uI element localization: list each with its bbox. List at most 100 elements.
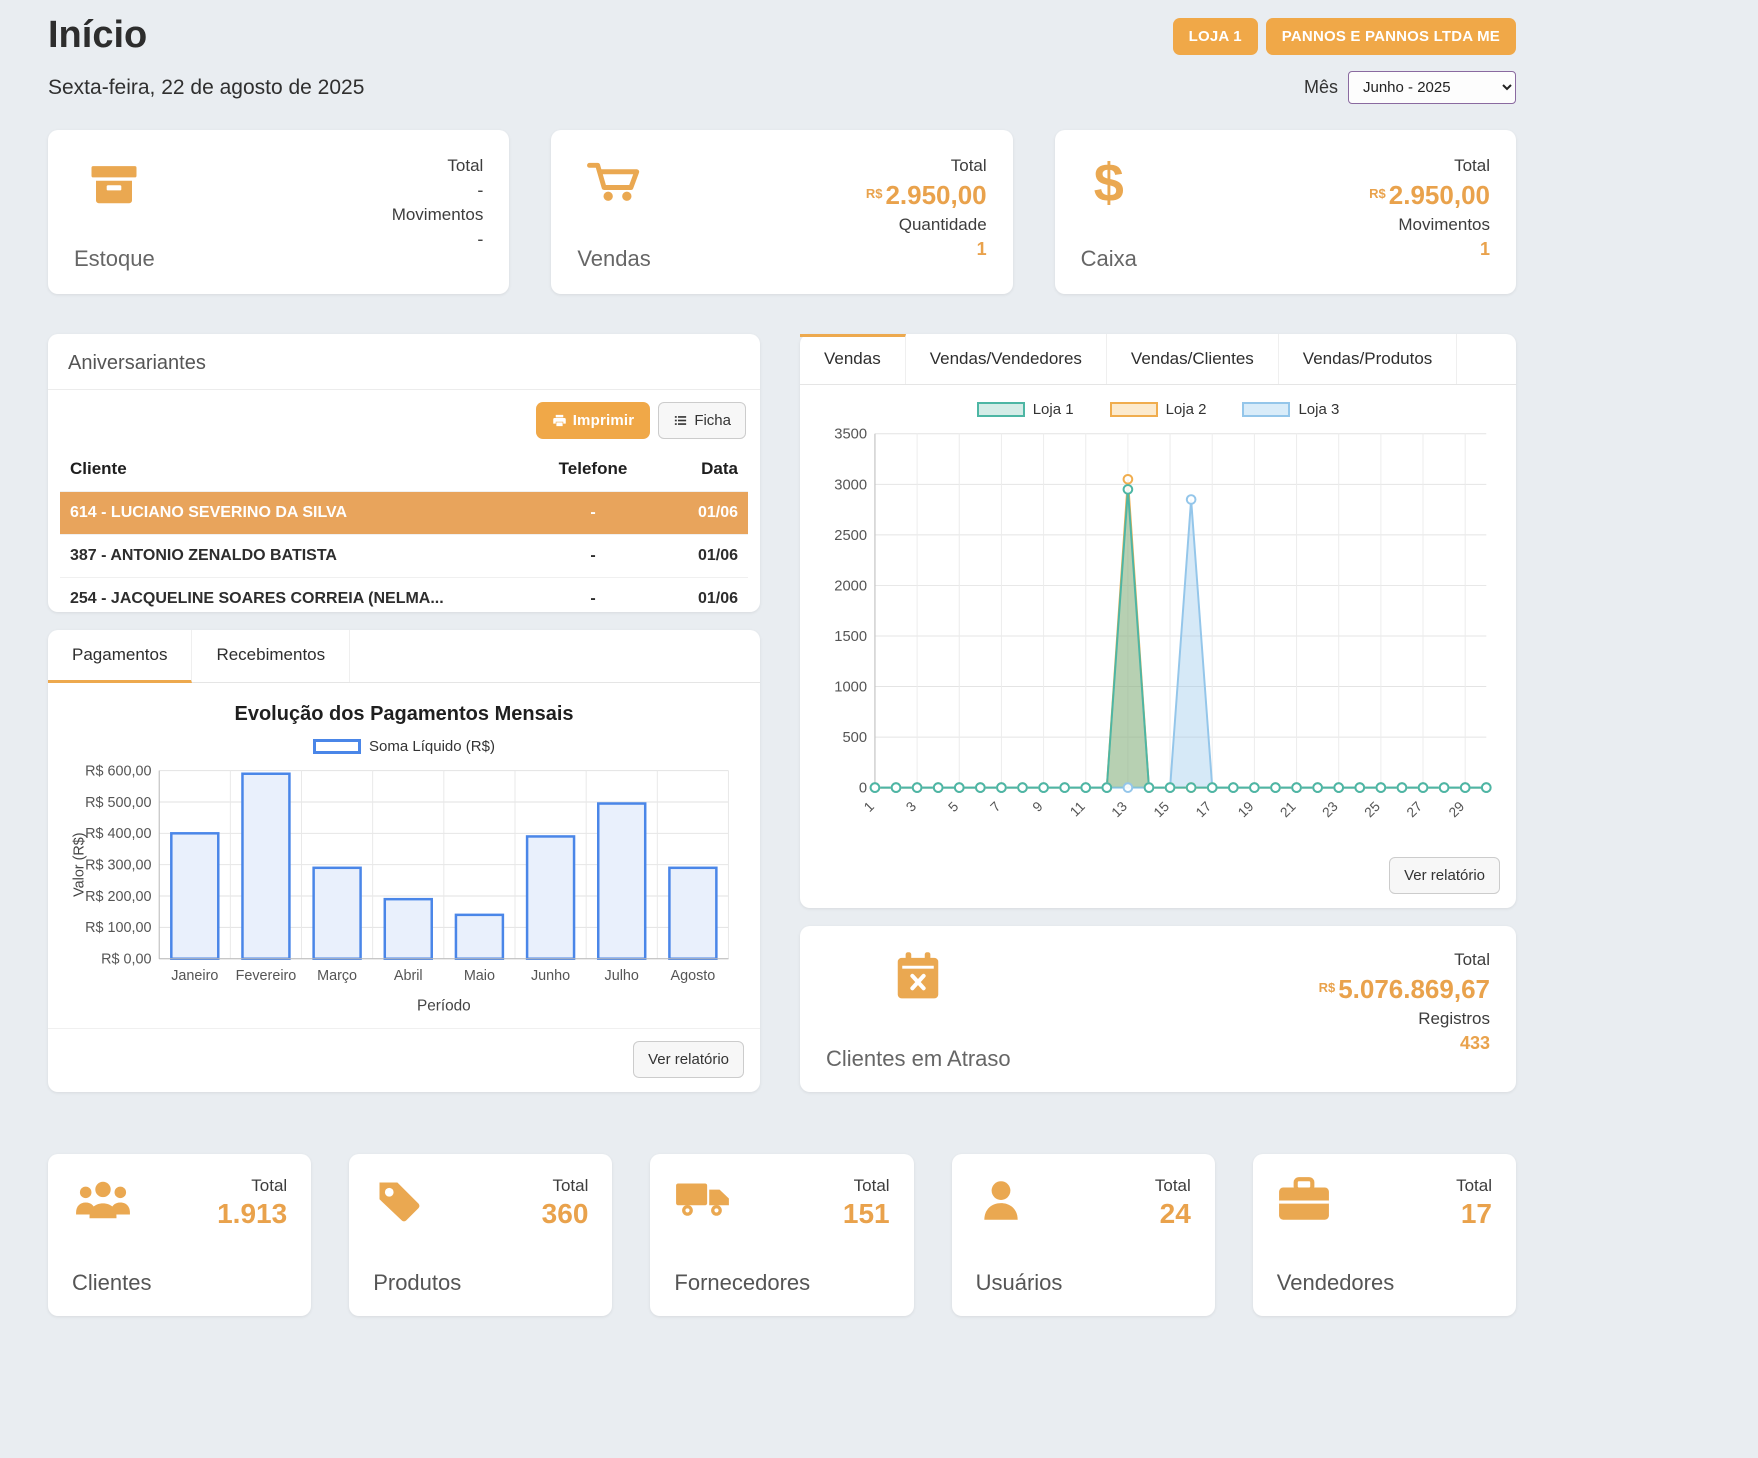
card-title: Fornecedores [674, 1270, 889, 1296]
svg-text:R$ 0,00: R$ 0,00 [101, 952, 151, 968]
dashboard-page: Início LOJA 1 PANNOS E PANNOS LTDA ME Se… [48, 14, 1516, 1316]
legend-swatch-loja2 [1110, 402, 1158, 417]
currency-symbol: R$ [866, 186, 883, 201]
currency-symbol: R$ [1319, 980, 1336, 995]
svg-text:11: 11 [1067, 799, 1088, 820]
user-icon [976, 1176, 1026, 1226]
table-row[interactable]: 254 - JACQUELINE SOARES CORREIA (NELMA..… [60, 578, 748, 613]
sales-tabs: Vendas Vendas/Vendedores Vendas/Clientes… [800, 334, 1516, 385]
card-title: Vendedores [1277, 1270, 1492, 1296]
svg-text:Fevereiro: Fevereiro [236, 968, 297, 984]
tab-pagamentos[interactable]: Pagamentos [48, 630, 192, 683]
summary-card-vendas: Vendas Total R$2.950,00 Quantidade 1 [551, 130, 1012, 294]
cell-cliente: 614 - LUCIANO SEVERINO DA SILVA [60, 492, 528, 535]
tab-vendas[interactable]: Vendas [800, 334, 906, 384]
current-date: Sexta-feira, 22 de agosto de 2025 [48, 76, 364, 100]
tab-vendas-vendedores[interactable]: Vendas/Vendedores [906, 334, 1107, 384]
svg-text:9: 9 [1030, 799, 1046, 815]
metric-label: Total [392, 156, 484, 176]
svg-text:23: 23 [1319, 799, 1341, 821]
legend-label: Loja 3 [1298, 401, 1339, 418]
payments-legend: Soma Líquido (R$) [48, 738, 760, 755]
cell-data: 01/06 [658, 535, 748, 578]
cell-data: 01/06 [658, 578, 748, 613]
svg-text:25: 25 [1362, 799, 1384, 821]
currency-symbol: R$ [1369, 186, 1386, 201]
bottom-card-vendedores: Total 17 Vendedores [1253, 1154, 1516, 1316]
svg-text:500: 500 [842, 730, 867, 746]
page-title: Início [48, 14, 147, 57]
svg-text:R$ 400,00: R$ 400,00 [85, 826, 151, 842]
card-title: Estoque [74, 246, 155, 272]
dollar-icon: $ [1081, 156, 1137, 210]
svg-text:1500: 1500 [834, 629, 867, 645]
metric-value: - [392, 180, 484, 201]
svg-text:Abril: Abril [394, 968, 423, 984]
tab-vendas-produtos[interactable]: Vendas/Produtos [1279, 334, 1457, 384]
card-title: Caixa [1081, 246, 1137, 272]
month-select[interactable]: Junho - 2025 [1348, 71, 1516, 104]
card-title: Clientes em Atraso [826, 1046, 1011, 1072]
svg-text:27: 27 [1404, 799, 1425, 820]
svg-text:Valor (R$): Valor (R$) [71, 832, 87, 896]
metric-value: 360 [542, 1198, 589, 1230]
month-picker: Mês Junho - 2025 [1304, 71, 1516, 104]
metric-label: Total [1369, 156, 1490, 176]
legend-swatch-soma-liquido [313, 739, 361, 754]
bottom-card-usuarios: Total 24 Usuários [952, 1154, 1215, 1316]
company-button[interactable]: PANNOS E PANNOS LTDA ME [1266, 18, 1516, 55]
month-label: Mês [1304, 77, 1338, 98]
tab-vendas-clientes[interactable]: Vendas/Clientes [1107, 334, 1279, 384]
amount: 2.950,00 [1389, 180, 1490, 210]
table-row[interactable]: 614 - LUCIANO SEVERINO DA SILVA - 01/06 [60, 492, 748, 535]
calendar-x-icon [826, 950, 1011, 1004]
svg-text:1000: 1000 [834, 679, 867, 695]
legend-label: Loja 1 [1033, 401, 1074, 418]
column-header-cliente: Cliente [60, 451, 528, 492]
svg-text:Junho: Junho [531, 968, 570, 984]
svg-text:15: 15 [1151, 799, 1173, 821]
metric-value: R$2.950,00 [866, 180, 987, 211]
metric-value: 17 [1456, 1198, 1492, 1230]
card-title: Produtos [373, 1270, 588, 1296]
svg-text:R$ 200,00: R$ 200,00 [85, 889, 151, 905]
metric-value: 1 [866, 239, 987, 260]
store-button[interactable]: LOJA 1 [1173, 18, 1258, 55]
svg-text:3000: 3000 [834, 477, 867, 493]
card-title: Clientes [72, 1270, 287, 1296]
metric-value: 1.913 [217, 1198, 287, 1230]
payments-chart-title: Evolução dos Pagamentos Mensais [48, 703, 760, 726]
svg-text:3500: 3500 [834, 427, 867, 443]
svg-text:Março: Março [317, 968, 357, 984]
metric-label: Total [843, 1176, 890, 1196]
sales-card: Vendas Vendas/Vendedores Vendas/Clientes… [800, 334, 1516, 908]
svg-text:R$ 500,00: R$ 500,00 [85, 795, 151, 811]
metric-value: - [392, 229, 484, 250]
svg-text:R$ 600,00: R$ 600,00 [85, 763, 151, 779]
summary-card-caixa: $ Caixa Total R$2.950,00 Movimentos 1 [1055, 130, 1516, 294]
tab-recebimentos[interactable]: Recebimentos [192, 630, 350, 682]
legend-label: Soma Líquido (R$) [369, 738, 495, 755]
late-clients-card: Clientes em Atraso Total R$5.076.869,67 … [800, 926, 1516, 1092]
metric-value: R$5.076.869,67 [1319, 974, 1490, 1005]
svg-text:1: 1 [861, 799, 877, 815]
sales-report-button[interactable]: Ver relatório [1389, 857, 1500, 894]
svg-text:13: 13 [1109, 799, 1131, 821]
metric-label: Total [542, 1176, 589, 1196]
payments-report-button[interactable]: Ver relatório [633, 1041, 744, 1078]
svg-text:5: 5 [945, 799, 961, 815]
metric-value: 433 [1319, 1033, 1490, 1054]
svg-text:R$ 300,00: R$ 300,00 [85, 857, 151, 873]
people-icon [72, 1176, 134, 1226]
print-button[interactable]: Imprimir [536, 402, 651, 439]
svg-text:2000: 2000 [834, 578, 867, 594]
cell-telefone: - [528, 492, 658, 535]
amount: 5.076.869,67 [1338, 974, 1490, 1004]
payments-card: Pagamentos Recebimentos Evolução dos Pag… [48, 630, 760, 1092]
tag-icon [373, 1176, 425, 1228]
payments-tabs: Pagamentos Recebimentos [48, 630, 760, 683]
table-row[interactable]: 387 - ANTONIO ZENALDO BATISTA - 01/06 [60, 535, 748, 578]
ficha-button[interactable]: Ficha [658, 402, 746, 439]
cell-cliente: 254 - JACQUELINE SOARES CORREIA (NELMA..… [60, 578, 528, 613]
cell-telefone: - [528, 535, 658, 578]
